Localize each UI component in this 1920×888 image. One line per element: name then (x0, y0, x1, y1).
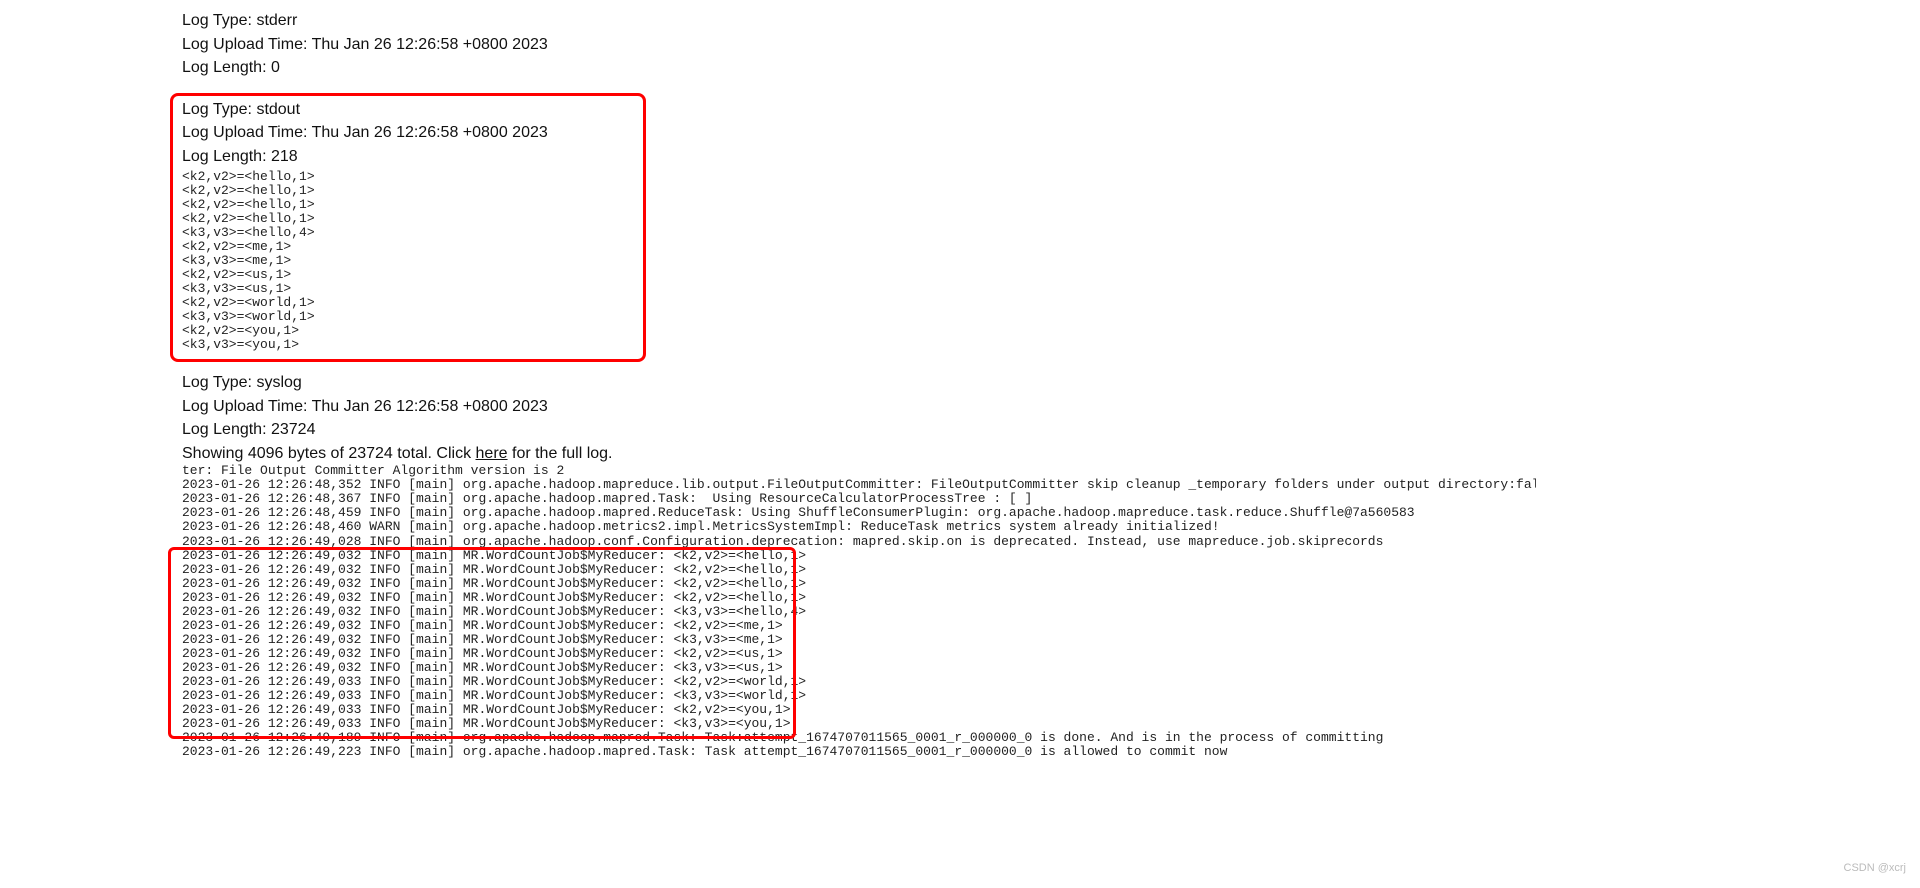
syslog-lines: ter: File Output Committer Algorithm ver… (182, 464, 1536, 759)
syslog-type: Log Type: syslog (182, 372, 1536, 394)
stderr-type-label: Log Type: (182, 12, 252, 29)
stderr-upload-value: Thu Jan 26 12:26:58 +0800 2023 (312, 36, 548, 53)
syslog-type-label: Log Type: (182, 374, 252, 391)
stderr-upload-label: Log Upload Time: (182, 36, 307, 53)
syslog-length-value: 23724 (271, 421, 316, 438)
log-viewport[interactable]: Log Type: stderr Log Upload Time: Thu Ja… (0, 0, 1536, 888)
stderr-block: Log Type: stderr Log Upload Time: Thu Ja… (182, 0, 1536, 79)
stderr-type: Log Type: stderr (182, 10, 1536, 32)
syslog-full-log-link[interactable]: here (476, 445, 508, 462)
stdout-block: Log Type: stdout Log Upload Time: Thu Ja… (182, 99, 1536, 352)
stderr-length-label: Log Length: (182, 59, 267, 76)
stdout-length: Log Length: 218 (182, 146, 1536, 168)
stderr-length-value: 0 (271, 59, 280, 76)
syslog-showing: Showing 4096 bytes of 23724 total. Click… (182, 443, 1536, 465)
stdout-type: Log Type: stdout (182, 99, 1536, 121)
stdout-lines: <k2,v2>=<hello,1> <k2,v2>=<hello,1> <k2,… (182, 170, 1536, 352)
syslog-block: Log Type: syslog Log Upload Time: Thu Ja… (182, 372, 1536, 759)
stderr-length: Log Length: 0 (182, 57, 1536, 79)
stderr-type-value: stderr (256, 12, 297, 29)
watermark: CSDN @xcrj (1844, 862, 1907, 874)
stdout-type-value: stdout (256, 101, 300, 118)
syslog-upload-label: Log Upload Time: (182, 398, 307, 415)
syslog-showing-prefix: Showing 4096 bytes of 23724 total. Click (182, 445, 476, 462)
stderr-upload: Log Upload Time: Thu Jan 26 12:26:58 +08… (182, 34, 1536, 56)
stdout-upload-value: Thu Jan 26 12:26:58 +0800 2023 (312, 124, 548, 141)
syslog-length-label: Log Length: (182, 421, 267, 438)
stdout-upload-label: Log Upload Time: (182, 124, 307, 141)
stdout-length-value: 218 (271, 148, 298, 165)
syslog-upload: Log Upload Time: Thu Jan 26 12:26:58 +08… (182, 396, 1536, 418)
syslog-upload-value: Thu Jan 26 12:26:58 +0800 2023 (312, 398, 548, 415)
syslog-type-value: syslog (256, 374, 301, 391)
syslog-showing-suffix: for the full log. (508, 445, 613, 462)
syslog-length: Log Length: 23724 (182, 419, 1536, 441)
stdout-type-label: Log Type: (182, 101, 252, 118)
stdout-length-label: Log Length: (182, 148, 267, 165)
log-content: Log Type: stderr Log Upload Time: Thu Ja… (0, 0, 1536, 791)
stdout-upload: Log Upload Time: Thu Jan 26 12:26:58 +08… (182, 122, 1536, 144)
